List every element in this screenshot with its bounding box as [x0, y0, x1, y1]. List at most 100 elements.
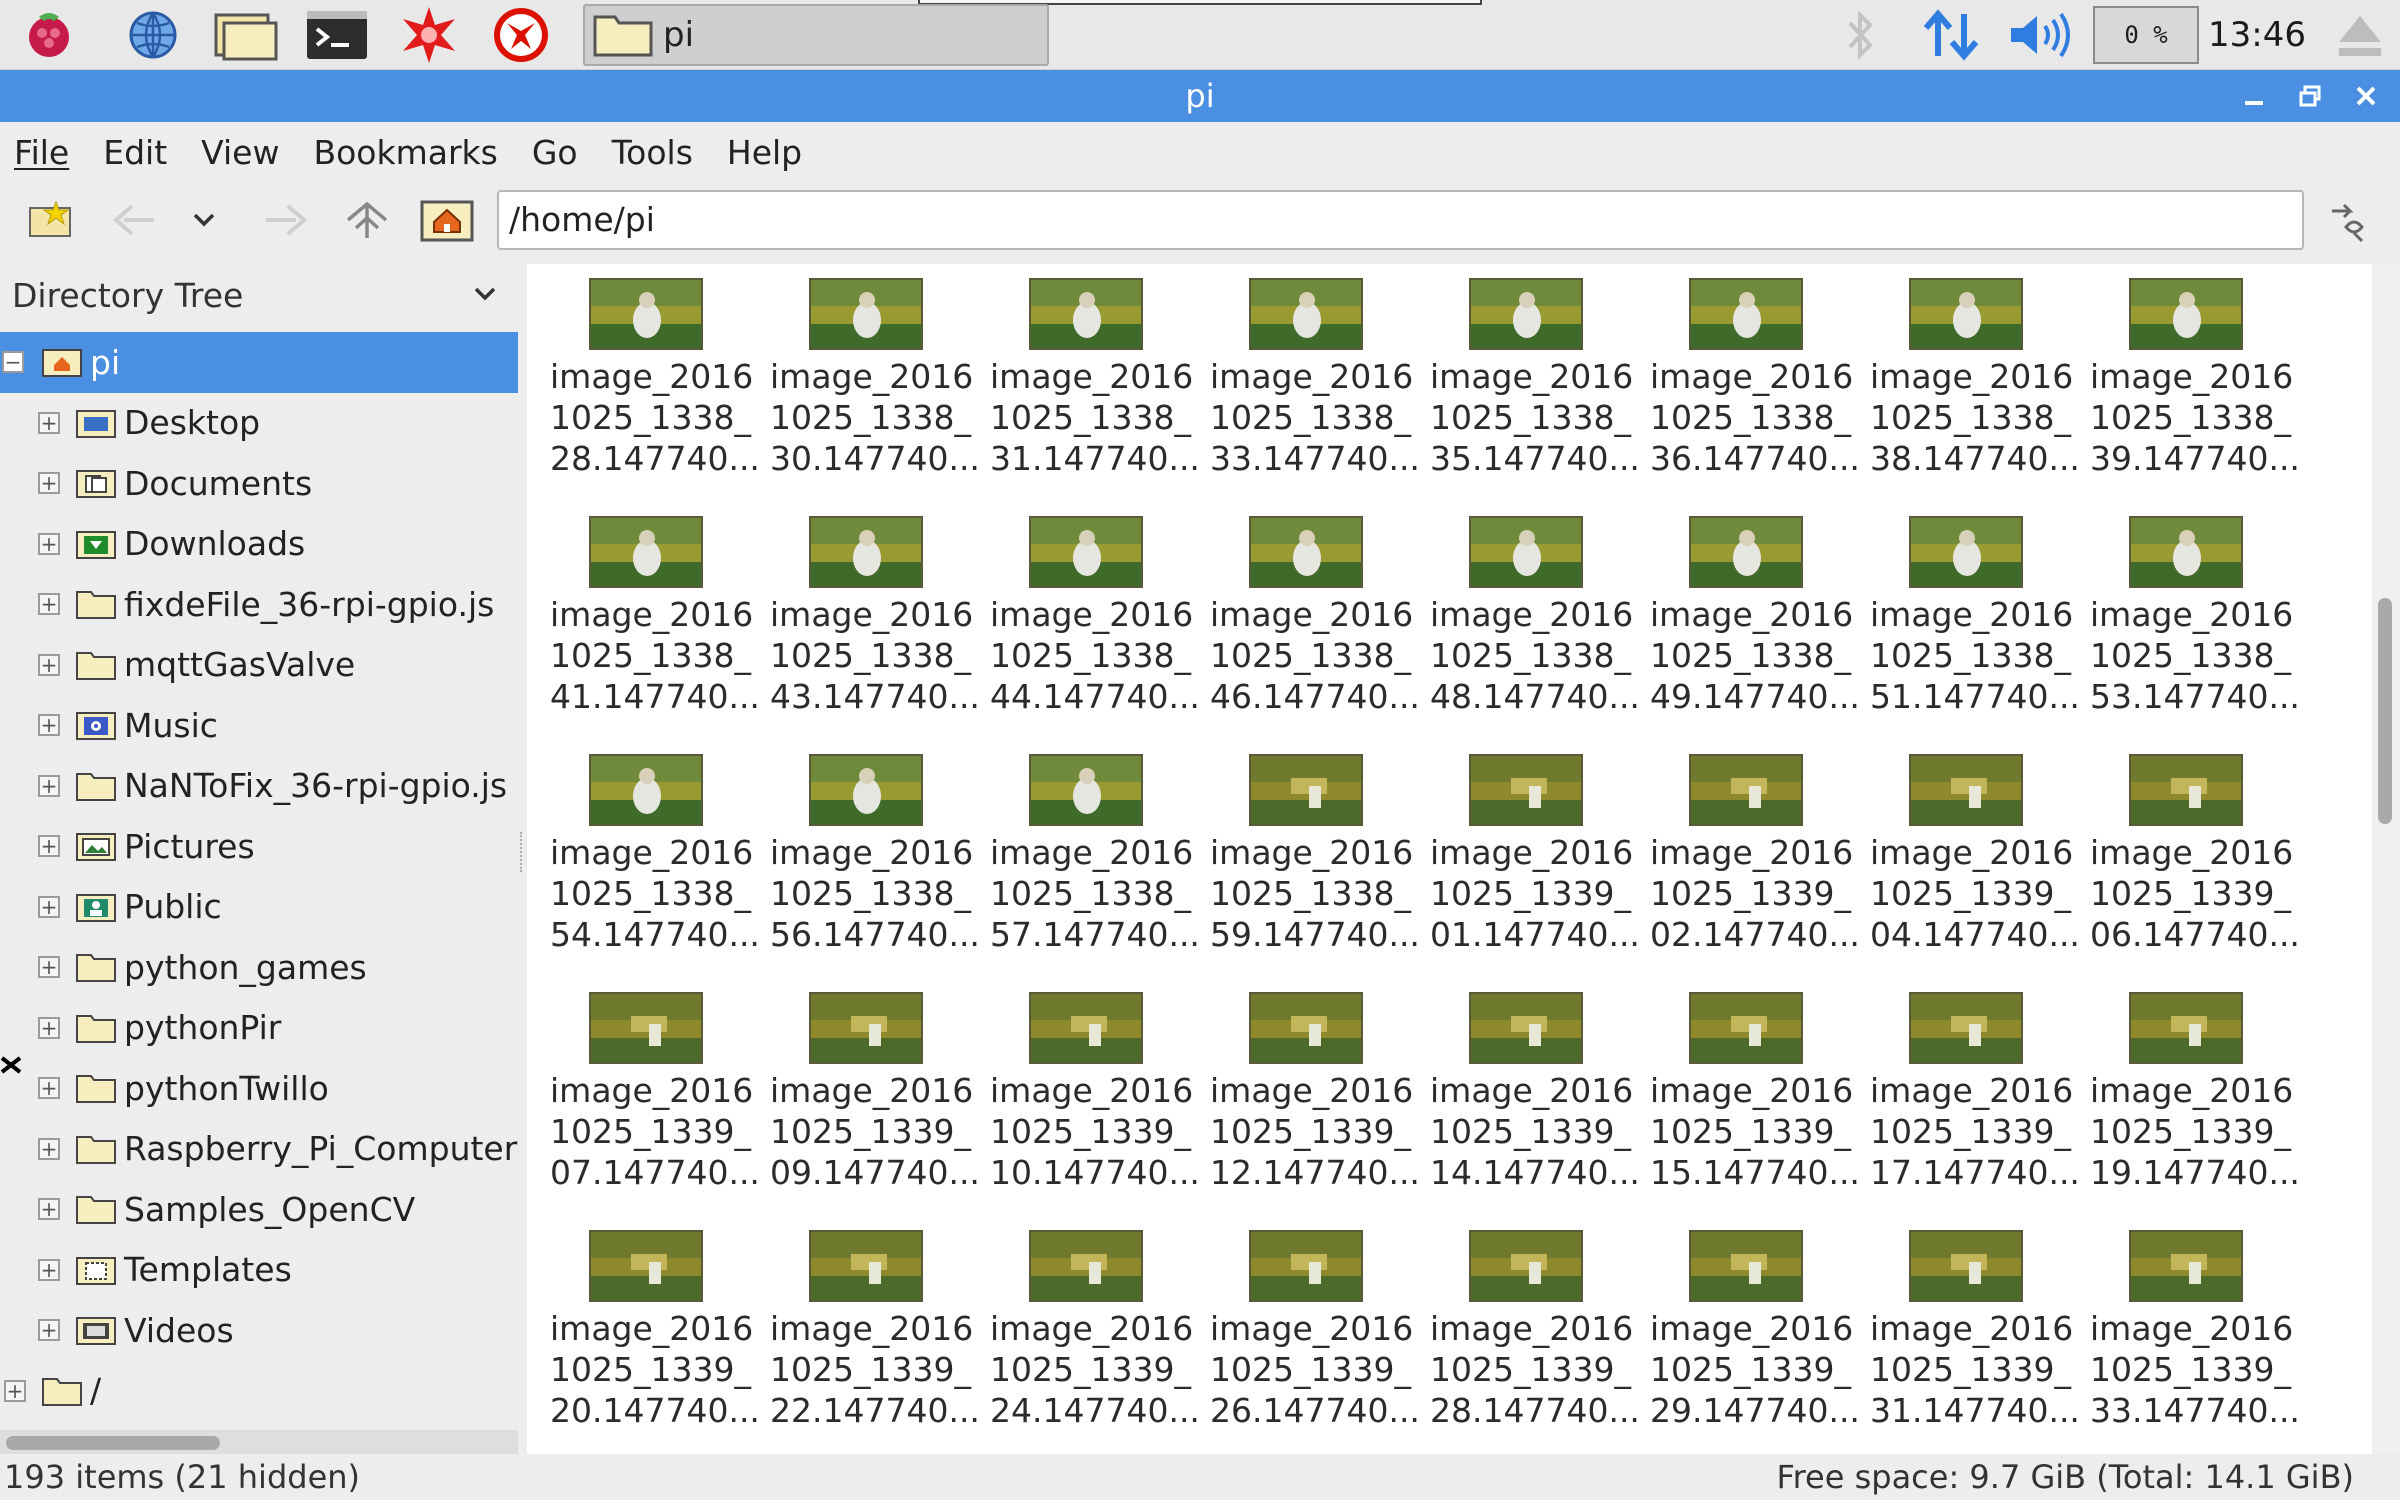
file-item[interactable]: image_2016 1025_1338_ 43.147740...: [770, 502, 980, 740]
file-item[interactable]: image_2016 1025_1338_ 39.147740...: [2090, 264, 2300, 502]
tree-item-pythonpir[interactable]: + pythonPir: [0, 998, 518, 1059]
location-bar[interactable]: /home/pi: [497, 190, 2304, 250]
wolfram-icon[interactable]: [480, 5, 562, 65]
tree-item-filesystem-root[interactable]: + /: [0, 1361, 518, 1422]
tree-item-pi[interactable]: − pi: [0, 332, 518, 393]
file-item[interactable]: image_2016 1025_1338_ 36.147740...: [1650, 264, 1860, 502]
file-item[interactable]: image_2016 1025_1338_ 35.147740...: [1430, 264, 1640, 502]
eject-icon[interactable]: [2330, 5, 2390, 65]
expand-icon[interactable]: +: [38, 774, 60, 797]
tree-item-music[interactable]: + Music: [0, 695, 518, 756]
file-item[interactable]: image_2016 1025_1338_ 30.147740...: [770, 264, 980, 502]
tree-item-desktop[interactable]: + Desktop: [0, 393, 518, 454]
tree-item-public[interactable]: + Public: [0, 877, 518, 938]
file-item[interactable]: image_2016 1025_1339_ 01.147740...: [1430, 740, 1640, 978]
expand-icon[interactable]: +: [38, 1016, 60, 1039]
file-item[interactable]: image_2016 1025_1338_ 38.147740...: [1870, 264, 2080, 502]
raspberry-menu-icon[interactable]: [8, 5, 90, 65]
file-item[interactable]: image_2016 1025_1339_ 12.147740...: [1210, 978, 1420, 1216]
pane-splitter[interactable]: [518, 264, 527, 1454]
file-item[interactable]: image_2016 1025_1338_ 56.147740...: [770, 740, 980, 978]
tree-item-mqttgasvalve[interactable]: + mqttGasValve: [0, 635, 518, 696]
terminal-icon[interactable]: [296, 5, 378, 65]
forward-button[interactable]: [258, 194, 312, 246]
tree-item-pythontwillo[interactable]: + pythonTwillo: [0, 1058, 518, 1119]
menu-bookmarks[interactable]: Bookmarks: [313, 133, 497, 172]
side-pane-selector[interactable]: Directory Tree: [0, 264, 518, 326]
collapse-icon[interactable]: −: [2, 351, 24, 374]
file-item[interactable]: image_2016 1025_1339_ 17.147740...: [1870, 978, 2080, 1216]
tree-item-documents[interactable]: + Documents: [0, 453, 518, 514]
file-item[interactable]: image_2016 1025_1339_ 07.147740...: [550, 978, 760, 1216]
tree-item-python-games[interactable]: + python_games: [0, 937, 518, 998]
volume-icon[interactable]: [2004, 5, 2076, 65]
menu-file[interactable]: File: [14, 133, 69, 172]
tree-item-downloads[interactable]: + Downloads: [0, 514, 518, 575]
history-dropdown-button[interactable]: [182, 194, 226, 246]
tree-item-templates[interactable]: + Templates: [0, 1240, 518, 1301]
file-item[interactable]: image_2016 1025_1338_ 33.147740...: [1210, 264, 1420, 502]
expand-icon[interactable]: +: [4, 1379, 26, 1402]
menu-tools[interactable]: Tools: [612, 133, 693, 172]
tree-item-samples-opencv[interactable]: + Samples_OpenCV: [0, 1179, 518, 1240]
file-item[interactable]: image_2016 1025_1338_ 31.147740...: [990, 264, 1200, 502]
file-item[interactable]: image_2016 1025_1338_ 28.147740...: [550, 264, 760, 502]
tree-item-pictures[interactable]: + Pictures: [0, 816, 518, 877]
expand-icon[interactable]: +: [38, 593, 60, 616]
file-item[interactable]: image_2016 1025_1339_ 14.147740...: [1430, 978, 1640, 1216]
file-item[interactable]: image_2016 1025_1339_ 28.147740...: [1430, 1216, 1640, 1454]
file-view[interactable]: image_2016 1025_1338_ 28.147740... image_20…: [527, 264, 2377, 1454]
clock[interactable]: 13:46: [2208, 0, 2306, 70]
file-item[interactable]: image_2016 1025_1338_ 59.147740...: [1210, 740, 1420, 978]
file-item[interactable]: image_2016 1025_1338_ 49.147740...: [1650, 502, 1860, 740]
file-item[interactable]: image_2016 1025_1338_ 46.147740...: [1210, 502, 1420, 740]
maximize-button[interactable]: [2292, 78, 2328, 114]
file-item[interactable]: image_2016 1025_1339_ 19.147740...: [2090, 978, 2300, 1216]
go-button[interactable]: [2322, 194, 2376, 246]
file-item[interactable]: image_2016 1025_1339_ 10.147740...: [990, 978, 1200, 1216]
sidebar-scrollbar-thumb[interactable]: [6, 1436, 220, 1450]
menu-edit[interactable]: Edit: [103, 133, 167, 172]
expand-icon[interactable]: +: [38, 835, 60, 858]
file-item[interactable]: image_2016 1025_1339_ 06.147740...: [2090, 740, 2300, 978]
minimize-button[interactable]: [2236, 78, 2272, 114]
expand-icon[interactable]: +: [38, 653, 60, 676]
expand-icon[interactable]: +: [38, 411, 60, 434]
file-item[interactable]: image_2016 1025_1339_ 20.147740...: [550, 1216, 760, 1454]
close-button[interactable]: [2348, 78, 2384, 114]
expand-icon[interactable]: +: [38, 956, 60, 979]
tree-item-nantofix[interactable]: + NaNToFix_36-rpi-gpio.js: [0, 756, 518, 817]
menu-view[interactable]: View: [201, 133, 279, 172]
file-item[interactable]: image_2016 1025_1339_ 22.147740...: [770, 1216, 980, 1454]
expand-icon[interactable]: +: [38, 1319, 60, 1342]
file-view-scrollbar-thumb[interactable]: [2378, 598, 2392, 824]
file-item[interactable]: image_2016 1025_1339_ 31.147740...: [1870, 1216, 2080, 1454]
back-button[interactable]: [108, 194, 162, 246]
network-icon[interactable]: [1916, 5, 1986, 65]
new-tab-button[interactable]: [24, 194, 78, 246]
expand-icon[interactable]: +: [38, 1198, 60, 1221]
file-item[interactable]: image_2016 1025_1339_ 24.147740...: [990, 1216, 1200, 1454]
up-button[interactable]: [340, 194, 394, 246]
tree-item-raspberry-pi-computer[interactable]: + Raspberry_Pi_Computer: [0, 1119, 518, 1180]
expand-icon[interactable]: +: [38, 532, 60, 555]
tree-item-videos[interactable]: + Videos: [0, 1300, 518, 1361]
file-item[interactable]: image_2016 1025_1339_ 02.147740...: [1650, 740, 1860, 978]
web-browser-icon[interactable]: [112, 5, 194, 65]
taskbar-window-pi[interactable]: pi: [583, 4, 1049, 66]
file-item[interactable]: image_2016 1025_1338_ 57.147740...: [990, 740, 1200, 978]
file-item[interactable]: image_2016 1025_1338_ 41.147740...: [550, 502, 760, 740]
cpu-usage-monitor[interactable]: 0 %: [2093, 6, 2199, 64]
file-item[interactable]: image_2016 1025_1339_ 09.147740...: [770, 978, 980, 1216]
bluetooth-icon[interactable]: [1834, 5, 1886, 65]
file-item[interactable]: image_2016 1025_1339_ 04.147740...: [1870, 740, 2080, 978]
menu-help[interactable]: Help: [727, 133, 802, 172]
expand-icon[interactable]: +: [38, 714, 60, 737]
file-item[interactable]: image_2016 1025_1338_ 54.147740...: [550, 740, 760, 978]
file-item[interactable]: image_2016 1025_1338_ 44.147740...: [990, 502, 1200, 740]
file-item[interactable]: image_2016 1025_1339_ 29.147740...: [1650, 1216, 1860, 1454]
expand-icon[interactable]: +: [38, 472, 60, 495]
expand-icon[interactable]: +: [38, 1258, 60, 1281]
file-manager-icon[interactable]: [204, 5, 286, 65]
file-item[interactable]: image_2016 1025_1339_ 15.147740...: [1650, 978, 1860, 1216]
